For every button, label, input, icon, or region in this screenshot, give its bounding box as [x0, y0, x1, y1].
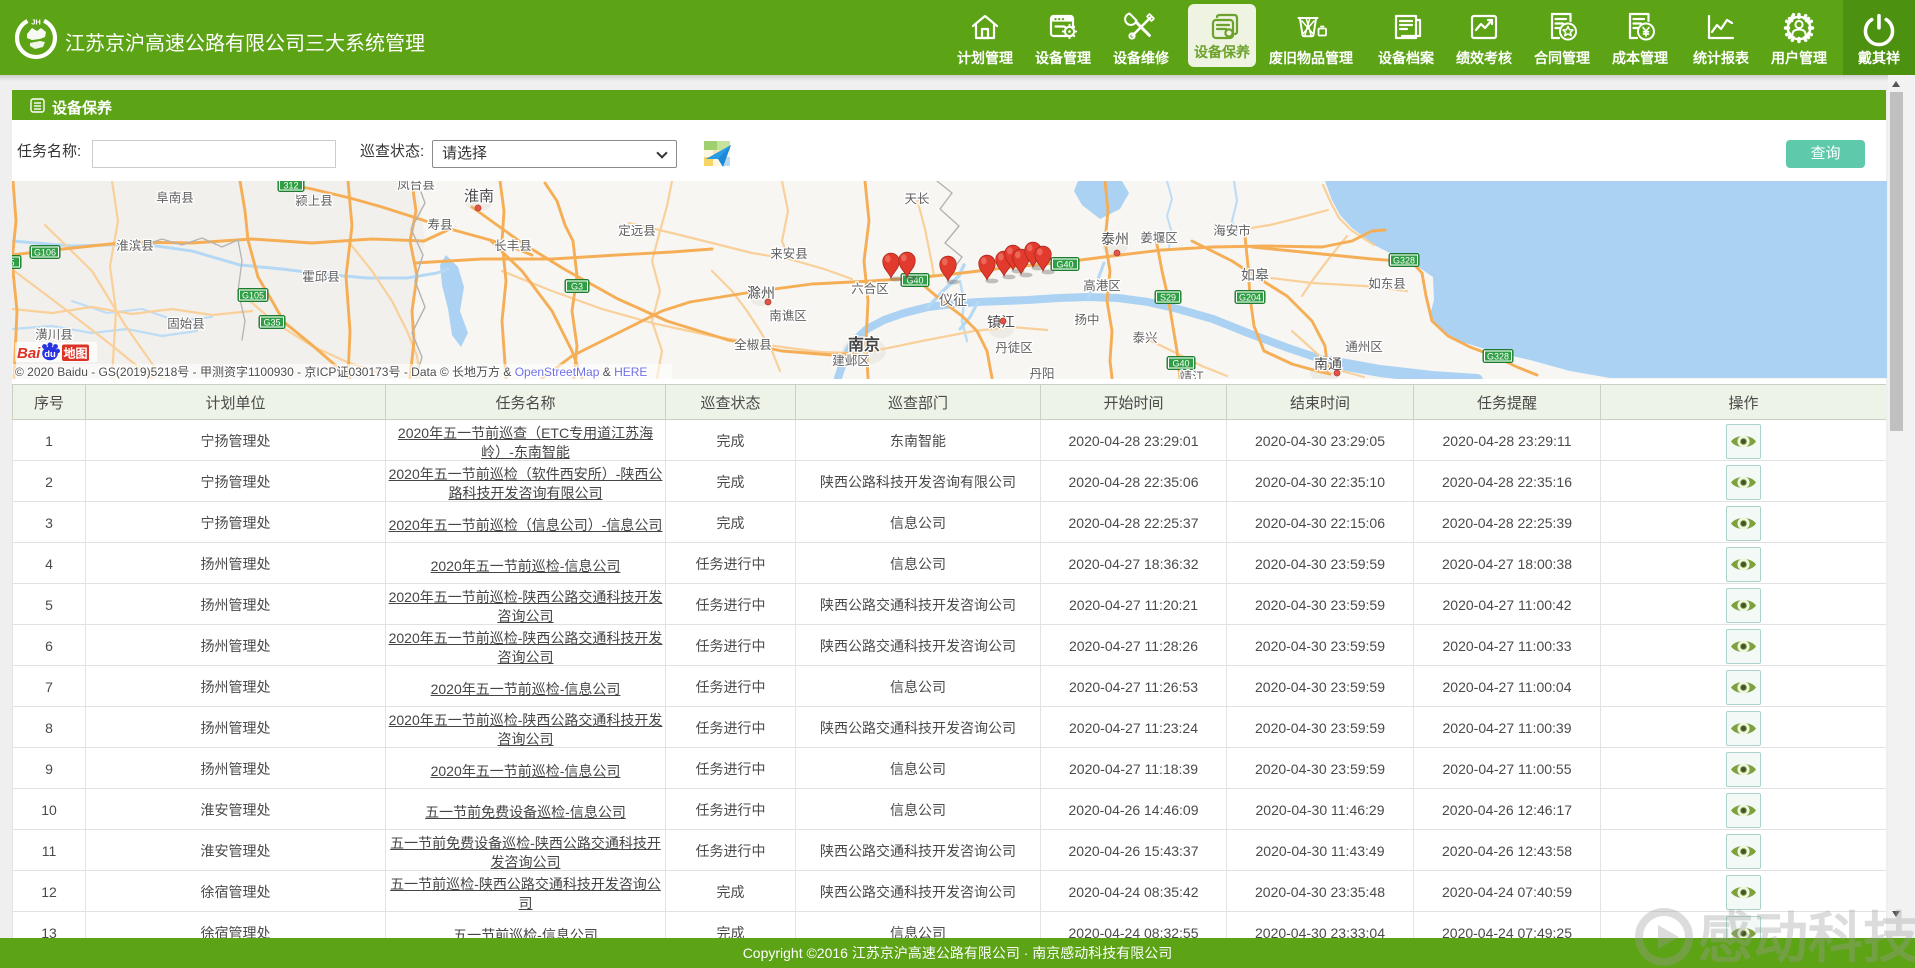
svg-text:泰州: 泰州 [1101, 231, 1129, 247]
svg-text:寿县: 寿县 [427, 218, 452, 232]
svg-text:姜堰区: 姜堰区 [1140, 230, 1178, 245]
svg-text:南京: 南京 [848, 335, 880, 354]
svg-text:高港区: 高港区 [1083, 278, 1121, 293]
svg-text:G3: G3 [571, 282, 583, 292]
svg-text:扬中: 扬中 [1074, 312, 1099, 327]
svg-text:通州区: 通州区 [1345, 340, 1383, 354]
svg-text:天长: 天长 [904, 192, 930, 206]
svg-text:G45: G45 [12, 258, 15, 268]
svg-text:地图: 地图 [63, 346, 87, 361]
svg-text:丹徒区: 丹徒区 [995, 341, 1033, 355]
svg-text:潢川县: 潢川县 [35, 328, 73, 342]
svg-text:长丰县: 长丰县 [494, 239, 532, 253]
svg-text:定远县: 定远县 [618, 223, 656, 238]
svg-text:如东县: 如东县 [1368, 276, 1406, 291]
svg-text:仪征: 仪征 [939, 292, 967, 308]
svg-text:© 2020 Baidu - GS(2019)5218号 -: © 2020 Baidu - GS(2019)5218号 - 甲测资字11009… [15, 364, 647, 379]
svg-text:JH: JH [31, 18, 41, 27]
svg-text:淮南: 淮南 [464, 188, 494, 205]
svg-text:淮滨县: 淮滨县 [116, 238, 154, 253]
svg-text:建邺区: 建邺区 [832, 354, 870, 368]
svg-text:阜南县: 阜南县 [156, 190, 194, 205]
svg-text:G105: G105 [242, 291, 264, 301]
svg-text:du: du [44, 349, 56, 360]
svg-text:固始县: 固始县 [167, 317, 205, 331]
svg-text:丹阳: 丹阳 [1029, 367, 1054, 379]
svg-text:六合区: 六合区 [851, 281, 889, 296]
svg-text:全椒县: 全椒县 [734, 337, 772, 352]
svg-text:靖江: 靖江 [1179, 370, 1204, 379]
svg-text:颍上县: 颍上县 [295, 194, 333, 208]
svg-text:泰兴: 泰兴 [1132, 331, 1157, 345]
svg-text:南谯区: 南谯区 [769, 308, 807, 323]
svg-text:G106: G106 [34, 248, 56, 258]
svg-text:G328: G328 [1393, 256, 1415, 266]
svg-text:S29: S29 [1160, 293, 1176, 303]
svg-text:霍邱县: 霍邱县 [302, 270, 340, 284]
svg-text:凤台县: 凤台县 [397, 181, 435, 192]
svg-text:G35: G35 [263, 318, 280, 328]
svg-text:来安县: 来安县 [770, 246, 808, 261]
svg-text:Bai: Bai [17, 345, 41, 362]
svg-text:南通: 南通 [1314, 356, 1342, 372]
svg-text:312: 312 [283, 181, 298, 191]
svg-text:G328: G328 [1487, 352, 1509, 362]
svg-text:G204: G204 [1239, 293, 1261, 303]
svg-text:如皋: 如皋 [1241, 267, 1269, 283]
svg-text:G40: G40 [1172, 359, 1189, 369]
svg-text:滁州: 滁州 [747, 285, 775, 301]
svg-text:G40: G40 [1056, 260, 1073, 270]
svg-text:海安市: 海安市 [1213, 223, 1251, 238]
